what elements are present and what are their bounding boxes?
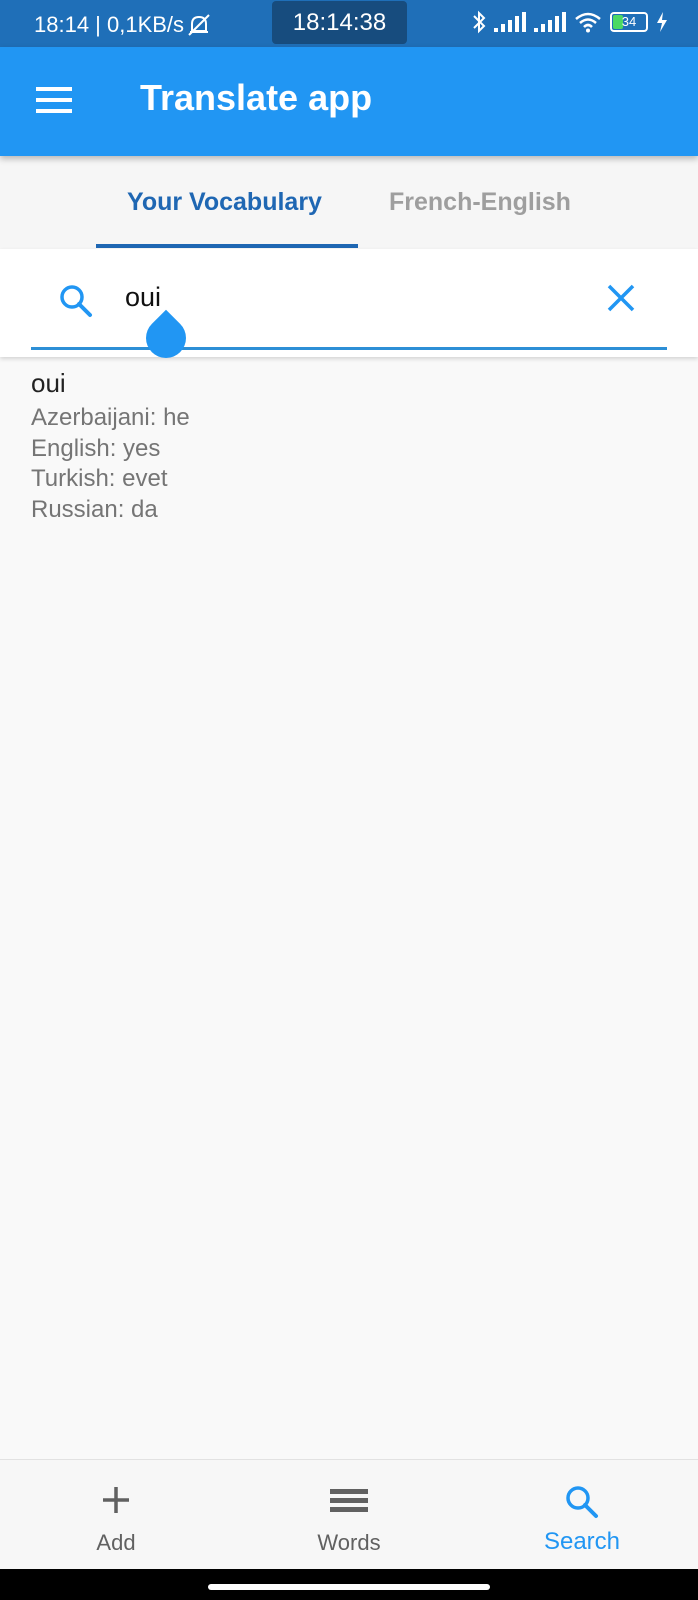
- gesture-bar: [0, 1569, 698, 1600]
- page-title: Translate app: [140, 77, 373, 118]
- tab-your-vocabulary[interactable]: Your Vocabulary: [127, 188, 322, 217]
- battery-level: 34: [621, 14, 637, 29]
- search-bar: [0, 249, 698, 357]
- menu-icon[interactable]: [36, 87, 72, 113]
- bluetooth-icon: [473, 10, 486, 34]
- app-bar: Translate app: [0, 47, 698, 156]
- status-bar: 18:14 | 0,1KB/s 18:14:38 34: [0, 0, 698, 47]
- search-icon[interactable]: [58, 283, 94, 319]
- search-input[interactable]: [125, 275, 545, 319]
- search-icon: [566, 1486, 598, 1518]
- signal-icon: [534, 12, 566, 32]
- status-clock: 18:14:38: [272, 1, 407, 44]
- tab-bar: Your Vocabulary French-English: [0, 156, 698, 249]
- home-indicator[interactable]: [208, 1584, 490, 1590]
- battery-icon: 34: [610, 12, 648, 32]
- result-word: oui: [31, 368, 66, 398]
- translation-azerbaijani: Azerbaijani: he: [31, 404, 190, 431]
- nav-add-label: Add: [96, 1530, 136, 1555]
- nav-words-label: Words: [317, 1530, 381, 1555]
- tab-indicator: [96, 244, 358, 248]
- translation-english: English: yes: [31, 434, 161, 462]
- nav-add-button[interactable]: Add: [0, 1460, 232, 1570]
- status-left: 18:14 | 0,1KB/s: [34, 12, 212, 38]
- search-underline: [31, 347, 667, 350]
- plus-icon: [103, 1487, 129, 1513]
- nav-words-button[interactable]: Words: [233, 1460, 465, 1570]
- list-icon: [330, 1489, 368, 1512]
- nav-search-button[interactable]: Search: [466, 1460, 698, 1570]
- nav-search-label: Search: [543, 1528, 621, 1555]
- charging-icon: [657, 12, 667, 32]
- translation-russian: Russian: da: [31, 495, 158, 523]
- translation-turkish: Turkish: evet: [31, 465, 168, 492]
- mute-bell-icon: [188, 14, 210, 36]
- list-item[interactable]: oui Azerbaijani: he English: yes Turkish…: [31, 368, 190, 525]
- status-right: 34: [472, 10, 668, 34]
- tab-french-english[interactable]: French-English: [389, 188, 571, 217]
- bottom-nav: Add Words Search: [0, 1459, 698, 1570]
- wifi-icon: [575, 12, 601, 33]
- close-icon[interactable]: [606, 283, 636, 313]
- status-time-speed: 18:14 | 0,1KB/s: [34, 12, 185, 37]
- signal-icon: [494, 12, 526, 32]
